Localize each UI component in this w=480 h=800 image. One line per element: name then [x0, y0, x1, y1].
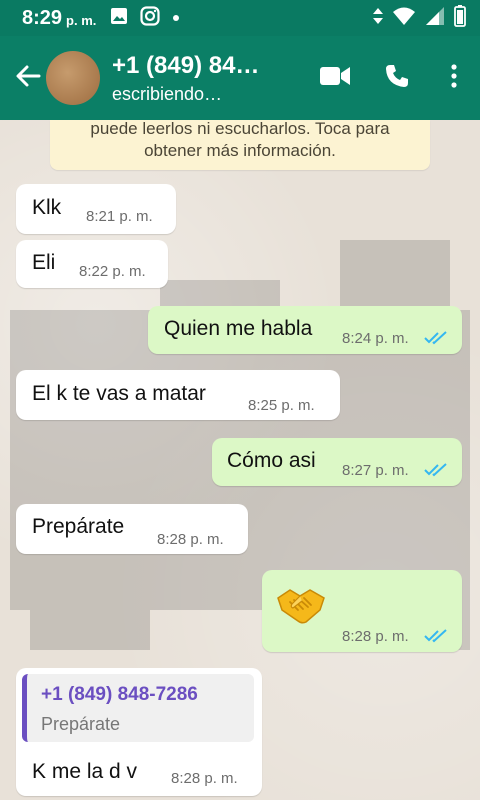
- more-options-button[interactable]: [428, 50, 480, 106]
- notification-dot-icon: [172, 9, 180, 27]
- data-arrows-icon: [372, 7, 384, 30]
- message-time: 8:22 p. m.: [79, 263, 146, 280]
- arrow-left-icon: [15, 63, 41, 94]
- notice-line-1: puede leerlos ni escucharlos. Toca para: [90, 120, 390, 138]
- message-time: 8:25 p. m.: [248, 397, 315, 414]
- read-ticks-icon: [424, 629, 448, 648]
- notice-line-2: obtener más información.: [144, 141, 336, 160]
- status-time: 8:29: [22, 6, 63, 29]
- message-incoming[interactable]: Prepárate 8:28 p. m.: [16, 504, 248, 554]
- message-time: 8:28 p. m.: [157, 531, 224, 548]
- more-vert-icon: [451, 63, 457, 93]
- message-text: Eli: [32, 251, 56, 274]
- chat-header: +1 (849) 84… escribiendo…: [0, 36, 480, 120]
- instagram-icon: [140, 5, 160, 31]
- message-incoming[interactable]: El k te vas a matar 8:25 p. m.: [16, 370, 340, 420]
- message-text: Prepárate: [32, 515, 125, 538]
- avatar[interactable]: [46, 51, 100, 105]
- quoted-text: Prepárate: [41, 714, 121, 734]
- message-incoming-reply[interactable]: +1 (849) 848-7286 Prepárate K me la d v …: [16, 668, 262, 796]
- read-ticks-icon: [424, 463, 448, 482]
- read-ticks-icon: [424, 331, 448, 350]
- voice-call-button[interactable]: [366, 50, 428, 106]
- message-outgoing[interactable]: Quien me habla 8:24 p. m.: [148, 306, 462, 354]
- message-incoming[interactable]: Klk 8:21 p. m.: [16, 184, 176, 234]
- video-camera-icon: [319, 65, 351, 92]
- message-text: K me la d v: [32, 760, 138, 783]
- message-time: 8:27 p. m.: [342, 462, 409, 479]
- encryption-notice[interactable]: puede leerlos ni escucharlos. Toca para …: [50, 120, 430, 170]
- phone-icon: [384, 63, 410, 94]
- status-bar: 8:29 p. m.: [0, 0, 480, 36]
- message-text: Klk: [32, 196, 62, 219]
- signal-icon: [424, 6, 446, 31]
- message-text: El k te vas a matar: [32, 382, 206, 405]
- message-time: 8:24 p. m.: [342, 330, 409, 347]
- gallery-icon: [110, 7, 128, 30]
- message-time: 8:21 p. m.: [86, 208, 153, 225]
- battery-icon: [454, 4, 466, 32]
- quoted-author: +1 (849) 848-7286: [41, 684, 198, 705]
- video-call-button[interactable]: [304, 50, 366, 106]
- message-incoming[interactable]: Eli 8:22 p. m.: [16, 240, 168, 288]
- contact-status: escribiendo…: [112, 83, 223, 104]
- contact-name: +1 (849) 84…: [112, 51, 260, 79]
- contact-info[interactable]: +1 (849) 84… escribiendo…: [112, 52, 282, 105]
- wifi-icon: [392, 6, 416, 31]
- message-time: 8:28 p. m.: [342, 628, 409, 645]
- status-ampm: p. m.: [66, 12, 97, 28]
- message-text: Quien me habla: [164, 317, 313, 340]
- back-button[interactable]: [6, 56, 50, 100]
- message-time: 8:28 p. m.: [171, 770, 238, 787]
- message-outgoing[interactable]: 🤝 8:28 p. m.: [262, 570, 462, 652]
- quoted-message[interactable]: +1 (849) 848-7286 Prepárate: [22, 674, 254, 742]
- chat-area[interactable]: puede leerlos ni escucharlos. Toca para …: [0, 120, 480, 800]
- handshake-icon: [276, 584, 326, 631]
- message-outgoing[interactable]: Cómo asi 8:27 p. m.: [212, 438, 462, 486]
- message-text: Cómo asi: [227, 449, 316, 472]
